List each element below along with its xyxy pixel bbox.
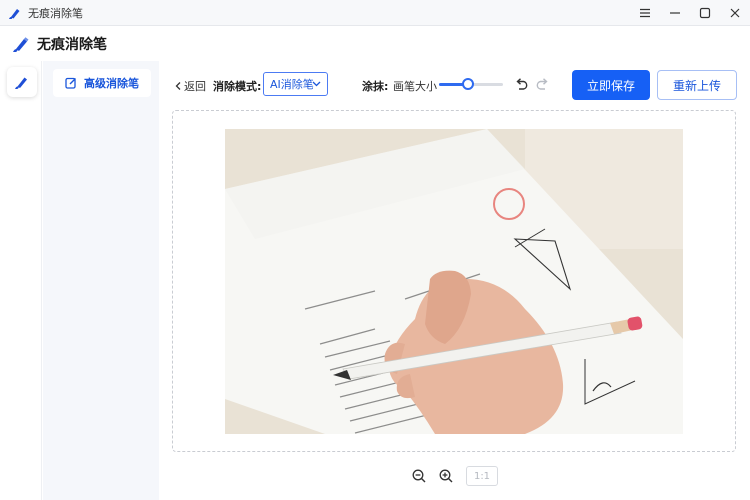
maximize-icon [699,7,711,19]
side-panel: 高级消除笔 [43,61,159,500]
reupload-button[interactable]: 重新上传 [657,70,737,100]
menu-icon [640,8,650,18]
mode-label: 消除模式: [213,80,262,93]
zoom-out-button[interactable] [412,469,426,483]
redo-icon [536,78,548,90]
sidebar-item-advanced-eraser[interactable]: 高级消除笔 [53,69,151,97]
undo-icon [516,78,528,90]
zoom-ratio-button[interactable]: 1:1 [466,466,498,486]
eraser-pen-icon [9,8,20,19]
title-bar: 无痕消除笔 [0,0,750,26]
undo-button[interactable] [514,77,529,91]
brush-size-label: 画笔大小 [393,80,437,93]
zoom-in-button[interactable] [439,469,453,483]
window-title: 无痕消除笔 [28,6,83,20]
back-label: 返回 [184,80,206,93]
maximize-button[interactable] [690,0,720,26]
menu-button[interactable] [630,0,660,26]
brush-cursor [493,188,525,220]
save-button[interactable]: 立即保存 [572,70,650,100]
eraser-pen-icon [13,37,29,52]
mode-value: AI消除笔 [270,78,314,91]
app-header: 无痕消除笔 [0,27,750,61]
chevron-down-icon [312,81,321,87]
back-button[interactable]: 返回 [174,78,206,94]
editor-toolbar: 返回 消除模式: AI消除笔 涂抹: 画笔大小 立即保存 重新上传 [160,61,750,109]
left-rail [0,61,42,500]
photo-illustration [225,129,683,434]
close-button[interactable] [720,0,750,26]
mode-select[interactable]: AI消除笔 [263,72,328,96]
zoom-out-icon [412,469,426,483]
brush-size-slider[interactable] [439,76,503,92]
sidebar-item-label: 高级消除笔 [84,77,139,90]
window-controls [630,0,750,26]
chevron-left-icon [175,82,181,90]
edit-icon [65,77,76,89]
smear-label: 涂抹: [362,80,389,93]
minimize-button[interactable] [660,0,690,26]
editing-image[interactable] [225,129,683,434]
slider-thumb[interactable] [461,78,474,90]
app-name: 无痕消除笔 [37,37,107,53]
rail-tool-eraser[interactable] [7,67,37,97]
zoom-in-icon [439,469,453,483]
redo-button[interactable] [535,77,550,91]
minimize-icon [670,12,680,14]
eraser-pen-icon [15,77,27,89]
close-icon [730,8,740,18]
